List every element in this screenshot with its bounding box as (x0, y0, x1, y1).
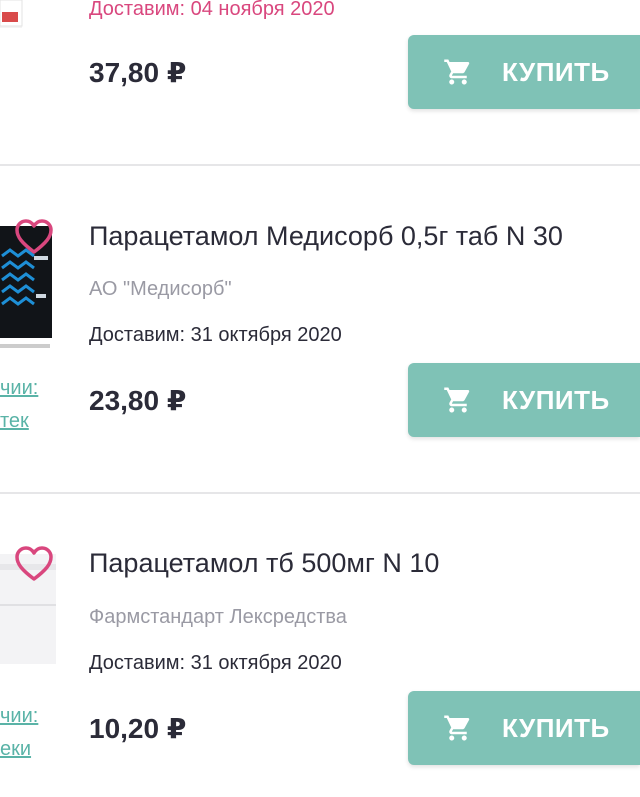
buy-button[interactable]: КУПИТЬ (408, 35, 640, 109)
buy-button[interactable]: КУПИТЬ (408, 363, 640, 437)
shopping-cart-icon (444, 715, 470, 741)
product-price: 10,20 ₽ (89, 713, 187, 744)
availability-link-continued[interactable]: тек (0, 408, 29, 434)
product-card-1: Доставим: 04 ноября 2020 37,80 ₽ КУПИТЬ (0, 0, 640, 165)
product-title[interactable]: Парацетамол Медисорб 0,5г таб N 30 (89, 219, 563, 253)
availability-link-continued[interactable]: еки (0, 736, 31, 762)
buy-button-label: КУПИТЬ (502, 56, 610, 87)
product-card-3: чии: еки Парацетамол тб 500мг N 10 Фармс… (0, 494, 640, 797)
favorite-heart-icon[interactable] (14, 218, 54, 256)
product-manufacturer: АО "Медисорб" (89, 278, 232, 300)
availability-link[interactable]: чии: (0, 703, 38, 729)
product-image[interactable] (0, 0, 56, 28)
product-price: 23,80 ₽ (89, 385, 187, 416)
buy-button-label: КУПИТЬ (502, 384, 610, 415)
buy-button[interactable]: КУПИТЬ (408, 691, 640, 765)
shopping-cart-icon (444, 59, 470, 85)
favorite-heart-icon[interactable] (14, 545, 54, 583)
product-manufacturer: Фармстандарт Лексредства (89, 606, 347, 628)
delivery-date: Доставим: 31 октября 2020 (89, 324, 342, 346)
product-price: 37,80 ₽ (89, 57, 187, 88)
product-title[interactable]: Парацетамол тб 500мг N 10 (89, 546, 439, 580)
buy-button-label: КУПИТЬ (502, 712, 610, 743)
shopping-cart-icon (444, 387, 470, 413)
availability-link[interactable]: чии: (0, 375, 38, 401)
product-card-2: чии: тек Парацетамол Медисорб 0,5г таб N… (0, 166, 640, 492)
delivery-date: Доставим: 04 ноября 2020 (89, 0, 335, 20)
delivery-date: Доставим: 31 октября 2020 (89, 652, 342, 674)
